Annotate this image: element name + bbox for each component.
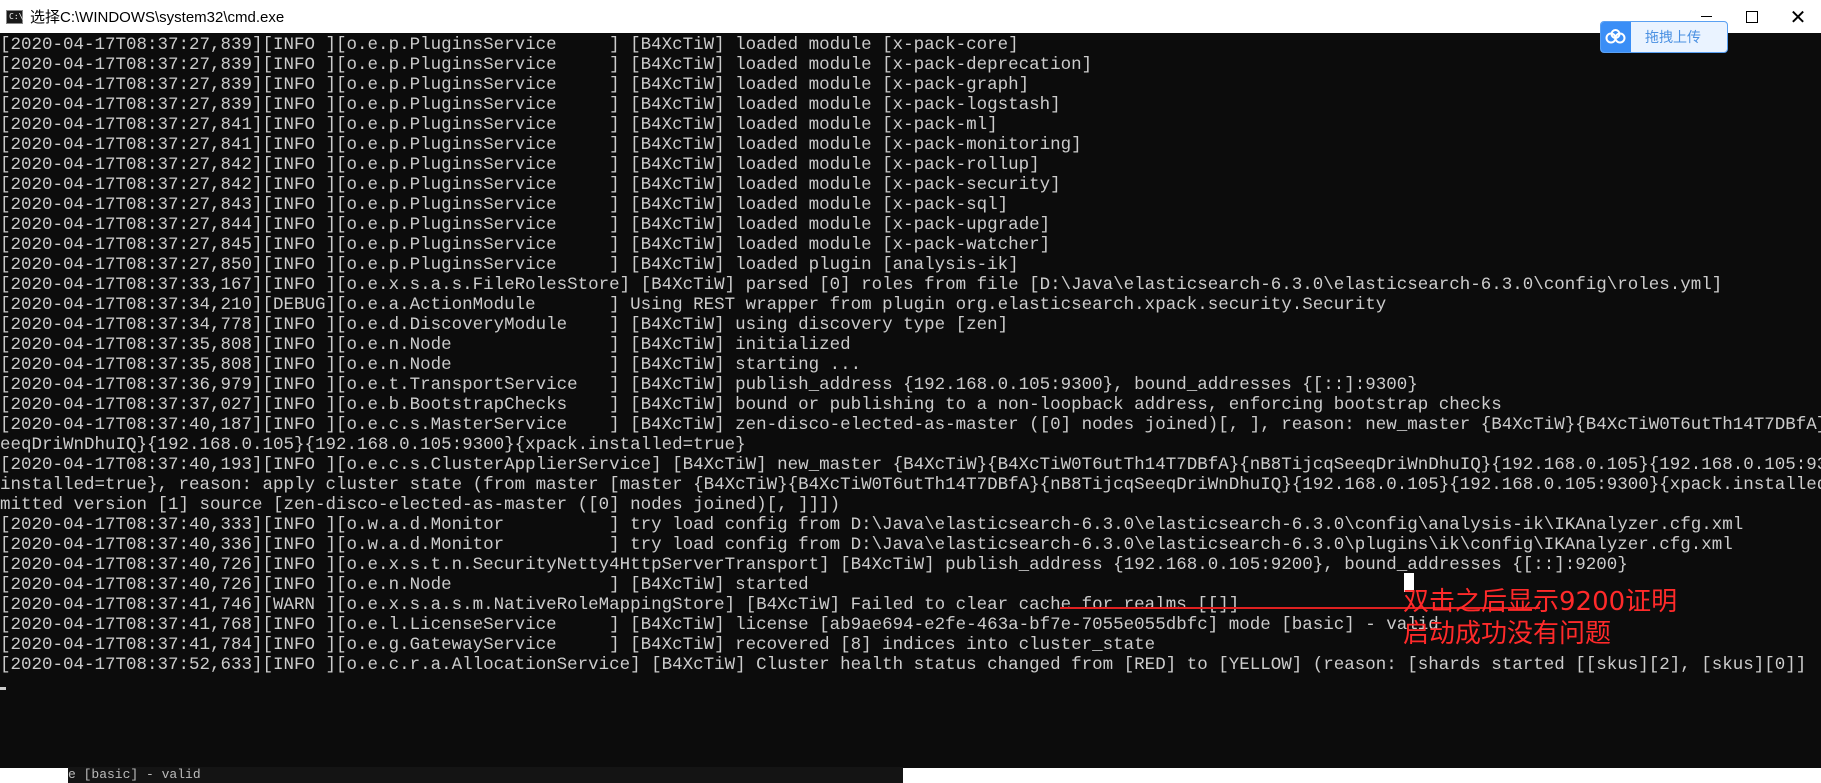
console-line: [2020-04-17T08:37:40,187][INFO ][o.e.c.s…	[0, 415, 1821, 435]
console-line: eeqDriWnDhuIQ}{192.168.0.105}{192.168.0.…	[0, 435, 746, 455]
console-line: [2020-04-17T08:37:33,167][INFO ][o.e.x.s…	[0, 275, 1723, 295]
drag-upload-button[interactable]: 拖拽上传	[1600, 21, 1728, 53]
maximize-icon	[1746, 10, 1758, 23]
console-line: [2020-04-17T08:37:27,841][INFO ][o.e.p.P…	[0, 135, 1082, 155]
close-button[interactable]: ✕	[1775, 0, 1821, 33]
console-line: [2020-04-17T08:37:40,333][INFO ][o.w.a.d…	[0, 515, 1744, 535]
console-line: [2020-04-17T08:37:27,850][INFO ][o.e.p.P…	[0, 255, 1019, 275]
drag-upload-label: 拖拽上传	[1645, 29, 1701, 45]
console-line: [2020-04-17T08:37:27,842][INFO ][o.e.p.P…	[0, 175, 1061, 195]
console-line: installed=true}, reason: apply cluster s…	[0, 475, 1821, 495]
console-line: [2020-04-17T08:37:27,839][INFO ][o.e.p.P…	[0, 55, 1093, 75]
console-line: [2020-04-17T08:37:27,839][INFO ][o.e.p.P…	[0, 95, 1061, 115]
console-line: [2020-04-17T08:37:34,210][DEBUG][o.e.a.A…	[0, 295, 1387, 315]
annotation-note: 双击之后显示9200证明 启动成功没有问题	[1403, 586, 1677, 650]
console-line: [2020-04-17T08:37:27,839][INFO ][o.e.p.P…	[0, 35, 1019, 55]
console-line: [2020-04-17T08:37:34,778][INFO ][o.e.d.D…	[0, 315, 1009, 335]
console-line: [2020-04-17T08:37:27,843][INFO ][o.e.p.P…	[0, 195, 1009, 215]
console-line: [2020-04-17T08:37:27,844][INFO ][o.e.p.P…	[0, 215, 1051, 235]
maximize-button[interactable]	[1729, 0, 1775, 33]
minimize-icon	[1700, 16, 1712, 17]
console-line: [2020-04-17T08:37:52,633][INFO ][o.e.c.r…	[0, 655, 1821, 675]
console-line: [2020-04-17T08:37:27,841][INFO ][o.e.p.P…	[0, 115, 998, 135]
console-line: [2020-04-17T08:37:37,027][INFO ][o.e.b.B…	[0, 395, 1502, 415]
title-bar[interactable]: C:\ 选择C:\WINDOWS\system32\cmd.exe ✕	[0, 0, 1821, 33]
annotation-line-1: 双击之后显示9200证明	[1403, 587, 1678, 617]
cmd-app-icon: C:\	[6, 9, 23, 24]
close-icon: ✕	[1789, 4, 1807, 29]
cloud-icon	[1601, 22, 1631, 52]
console-line: [2020-04-17T08:37:27,845][INFO ][o.e.p.P…	[0, 235, 1051, 255]
console-lines: [2020-04-17T08:37:27,839][INFO ][o.e.p.P…	[0, 35, 1821, 675]
annotation-line-2: 启动成功没有问题	[1403, 619, 1612, 649]
console-line: [2020-04-17T08:37:36,979][INFO ][o.e.t.T…	[0, 375, 1418, 395]
console-line: [2020-04-17T08:37:40,726][INFO ][o.e.x.s…	[0, 555, 1628, 575]
console-line: [2020-04-17T08:37:40,193][INFO ][o.e.c.s…	[0, 455, 1821, 475]
console-line: [2020-04-17T08:37:27,839][INFO ][o.e.p.P…	[0, 75, 1030, 95]
console-line: [2020-04-17T08:37:27,842][INFO ][o.e.p.P…	[0, 155, 1040, 175]
console-line: mitted version [1] source [zen-disco-ele…	[0, 495, 841, 515]
console-line: [2020-04-17T08:37:40,336][INFO ][o.w.a.d…	[0, 535, 1733, 555]
console-output[interactable]: [2020-04-17T08:37:27,839][INFO ][o.e.p.P…	[0, 33, 1821, 768]
console-line: [2020-04-17T08:37:35,808][INFO ][o.e.n.N…	[0, 335, 851, 355]
console-line: [2020-04-17T08:37:35,808][INFO ][o.e.n.N…	[0, 355, 862, 375]
text-cursor	[0, 687, 6, 690]
window-title: 选择C:\WINDOWS\system32\cmd.exe	[30, 9, 285, 26]
background-window-text: e [basic] - valid	[68, 767, 903, 783]
